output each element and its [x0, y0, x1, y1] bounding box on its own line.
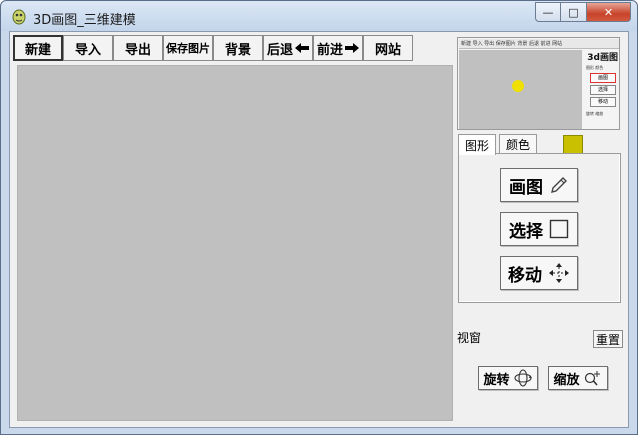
- current-color-swatch[interactable]: [563, 135, 583, 155]
- drawing-canvas[interactable]: [17, 65, 453, 421]
- preview-draw-button: 画图: [590, 73, 616, 83]
- select-rectangle-icon: [549, 219, 569, 239]
- back-button[interactable]: 后退: [263, 35, 313, 61]
- arrow-left-icon: [295, 43, 309, 53]
- rotate-icon: [513, 369, 532, 387]
- forward-button-label: 前进: [316, 42, 343, 58]
- rotate-button-label: 旋转: [483, 372, 510, 388]
- tab-colors[interactable]: 颜色: [499, 134, 538, 154]
- draw-button-label: 画图: [509, 177, 543, 198]
- minimize-button[interactable]: —: [535, 2, 561, 22]
- background-button-label: 背景: [224, 42, 251, 58]
- new-button-label: 新建: [24, 42, 51, 58]
- maximize-icon: □: [568, 5, 579, 19]
- website-button-label: 网站: [374, 42, 401, 58]
- back-button-label: 后退: [266, 42, 293, 58]
- tab-colors-label: 颜色: [506, 138, 531, 152]
- minimize-icon: —: [542, 5, 554, 19]
- export-button-label: 导出: [124, 42, 151, 58]
- preview-select-button: 选择: [590, 85, 616, 95]
- pencil-icon: [551, 177, 567, 193]
- import-button-label: 导入: [74, 42, 101, 58]
- move-arrows-icon: [549, 263, 569, 283]
- move-button-label: 移动: [508, 265, 542, 286]
- shapes-panel: 画图 选择 移动: [458, 153, 621, 303]
- tab-shapes[interactable]: 图形: [458, 134, 497, 155]
- app-window: 3D画图_三维建模 — □ ✕ 新建 导入 导出 保存图片 背景 后退 前进 网…: [0, 0, 638, 435]
- client-area: 新建 导入 导出 保存图片 背景 后退 前进 网站 新建 导入 导出 保存图片 …: [9, 31, 629, 428]
- move-button[interactable]: 移动: [500, 256, 578, 290]
- reset-button[interactable]: 重置: [593, 330, 623, 348]
- new-button[interactable]: 新建: [13, 35, 63, 61]
- forward-button[interactable]: 前进: [313, 35, 363, 61]
- save-image-button[interactable]: 保存图片: [163, 35, 213, 61]
- preview-logo: 3d画图: [587, 53, 618, 63]
- zoom-button[interactable]: 缩放: [548, 366, 608, 390]
- preview-sidebar: 3d画图 图形 颜色 画图 选择 移动 旋转 缩放: [584, 50, 619, 129]
- arrow-right-icon: [345, 43, 359, 53]
- select-button-label: 选择: [509, 221, 543, 242]
- main-toolbar: 新建 导入 导出 保存图片 背景 后退 前进 网站: [13, 35, 413, 61]
- viewport-label: 视窗: [457, 331, 482, 345]
- title-bar[interactable]: 3D画图_三维建模 — □ ✕: [1, 1, 637, 31]
- save-image-button-label: 保存图片: [166, 42, 210, 55]
- preview-move-button: 移动: [590, 97, 616, 107]
- panel-tabs: 图形 颜色: [458, 134, 538, 155]
- rotate-button[interactable]: 旋转: [478, 366, 538, 390]
- maximize-button[interactable]: □: [561, 2, 587, 22]
- preview-toolbar: 新建 导入 导出 保存图片 背景 后退 前进 网站: [459, 39, 619, 49]
- export-button[interactable]: 导出: [113, 35, 163, 61]
- preview-footer: 旋转 缩放: [586, 111, 604, 116]
- tab-shapes-label: 图形: [465, 138, 490, 153]
- close-icon: ✕: [603, 5, 614, 19]
- preview-yellow-dot: [512, 80, 524, 92]
- draw-button[interactable]: 画图: [500, 168, 578, 202]
- caption-buttons: — □ ✕: [535, 2, 631, 22]
- select-button[interactable]: 选择: [500, 212, 578, 246]
- website-button[interactable]: 网站: [363, 35, 413, 61]
- preview-tabs: 图形 颜色: [586, 65, 604, 70]
- zoom-button-label: 缩放: [553, 372, 580, 388]
- import-button[interactable]: 导入: [63, 35, 113, 61]
- close-button[interactable]: ✕: [587, 2, 631, 22]
- app-icon: [12, 9, 26, 25]
- preview-canvas: [459, 50, 582, 129]
- window-title: 3D画图_三维建模: [33, 13, 136, 28]
- zoom-icon: [584, 371, 600, 386]
- background-button[interactable]: 背景: [213, 35, 263, 61]
- reset-button-label: 重置: [595, 332, 620, 347]
- preview-thumbnail: 新建 导入 导出 保存图片 背景 后退 前进 网站 3d画图 图形 颜色 画图 …: [457, 37, 620, 130]
